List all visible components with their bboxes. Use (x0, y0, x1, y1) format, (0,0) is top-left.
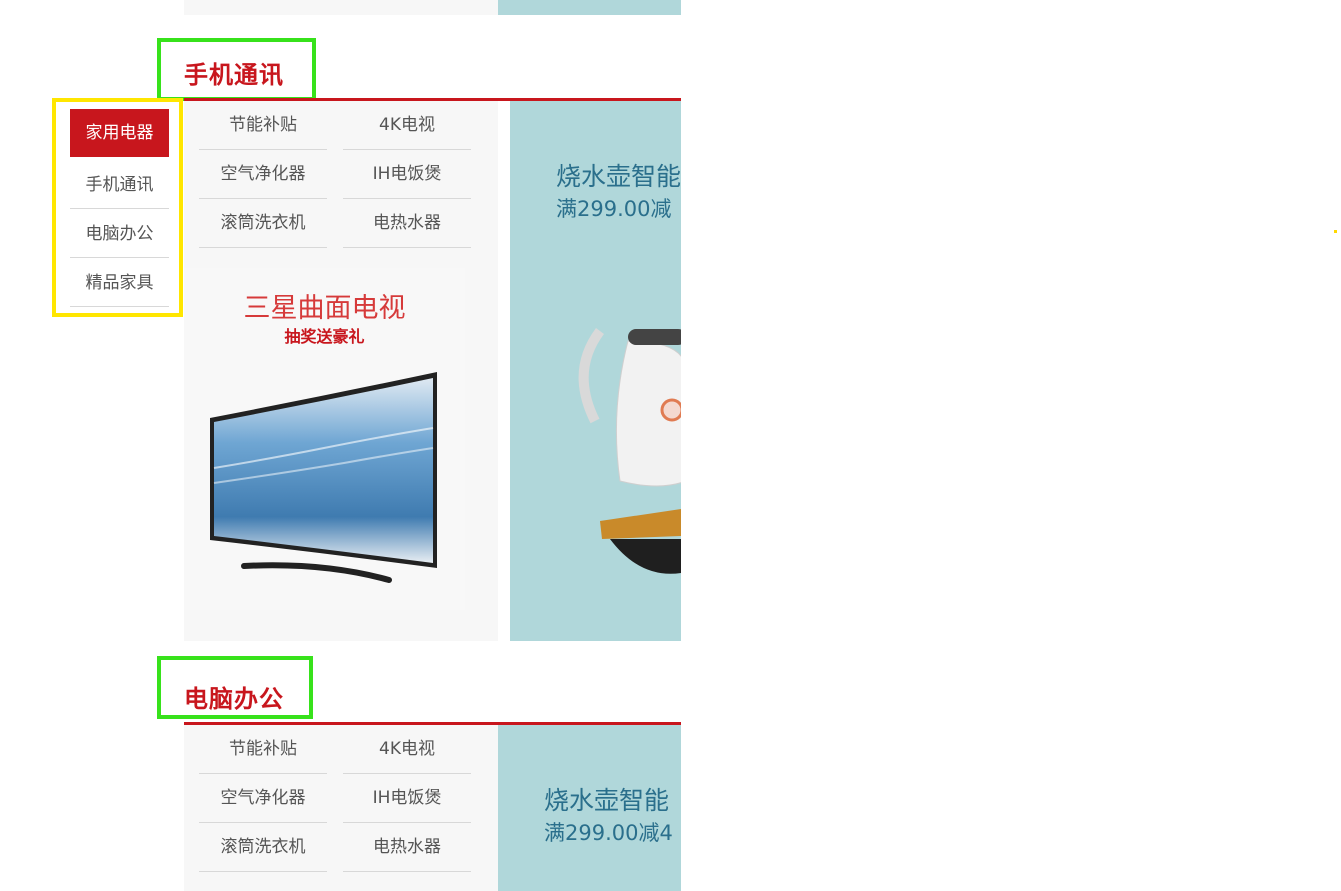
side-nav-item-phones[interactable]: 手机通讯 (70, 161, 169, 209)
promo-banner[interactable]: 烧水壶智能 满299.00减4 (498, 725, 681, 891)
promo-title: 烧水壶智能 (556, 162, 681, 191)
curved-tv-image (210, 372, 437, 583)
category-link[interactable]: 4K电视 (343, 725, 471, 774)
stray-marker (1334, 230, 1337, 233)
category-link[interactable]: 电热水器 (343, 199, 471, 248)
category-link[interactable]: 滚筒洗衣机 (199, 199, 327, 248)
category-link[interactable]: 空气净化器 (199, 774, 327, 823)
side-nav-item-computers[interactable]: 电脑办公 (70, 210, 169, 258)
floor-title[interactable]: 电脑办公 (184, 684, 284, 714)
side-nav: 家用电器 手机通讯 电脑办公 精品家具 (52, 98, 183, 317)
promo-banner[interactable]: 烧水壶智能 满299.00减 (510, 101, 681, 641)
kettle-image (578, 328, 681, 574)
previous-floor-promo-panel (498, 0, 681, 15)
floor-title[interactable]: 手机通讯 (184, 60, 284, 90)
category-link[interactable]: 节能补贴 (199, 101, 327, 150)
category-link[interactable]: 4K电视 (343, 101, 471, 150)
category-link[interactable]: IH电饭煲 (343, 150, 471, 199)
category-link[interactable]: 节能补贴 (199, 725, 327, 774)
category-link[interactable]: 电热水器 (343, 823, 471, 872)
promo-title: 烧水壶智能 (544, 786, 670, 815)
promo-discount: 满299.00减4 (544, 821, 673, 845)
tv-ad-card[interactable]: 三星曲面电视 抽奖送豪礼 (184, 268, 465, 610)
side-nav-item-appliances[interactable]: 家用电器 (70, 109, 169, 157)
category-link[interactable]: 空气净化器 (199, 150, 327, 199)
promo-discount: 满299.00减 (556, 197, 672, 221)
side-nav-item-furniture[interactable]: 精品家具 (70, 259, 169, 307)
product-panel: 节能补贴 4K电视 空气净化器 IH电饭煲 滚筒洗衣机 电热水器 (184, 725, 498, 891)
category-link[interactable]: IH电饭煲 (343, 774, 471, 823)
category-link[interactable]: 滚筒洗衣机 (199, 823, 327, 872)
previous-floor-product-panel (184, 0, 498, 15)
